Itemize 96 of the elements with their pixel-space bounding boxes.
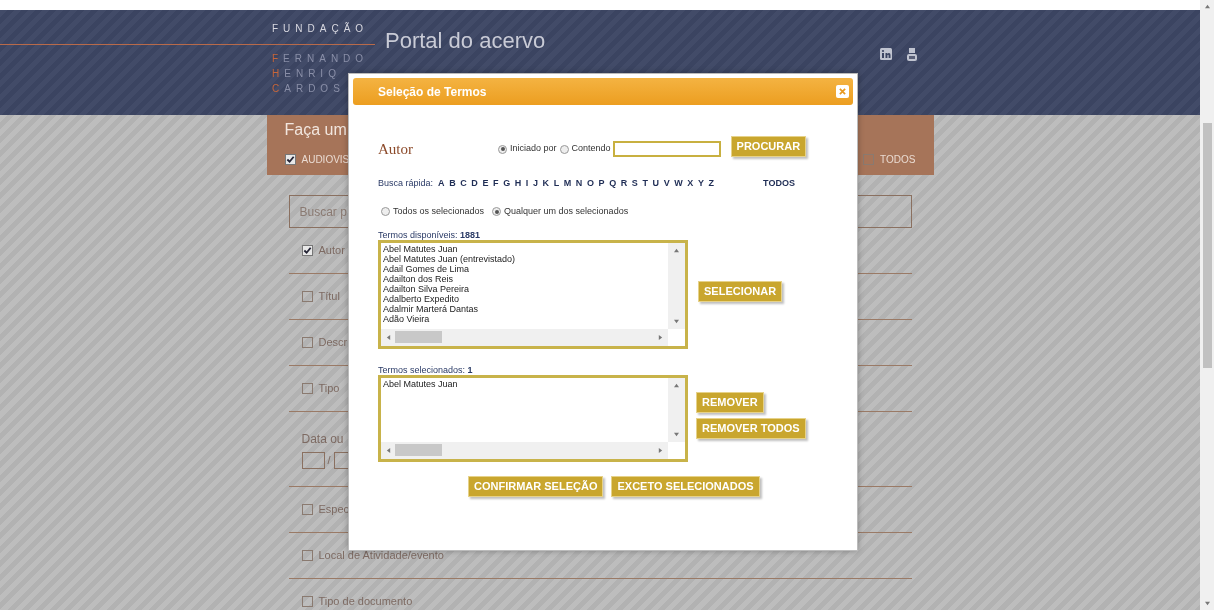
checkbox[interactable] — [301, 245, 313, 256]
scroll-thumb[interactable] — [1202, 122, 1212, 368]
scroll-up-icon[interactable] — [674, 382, 679, 388]
horizontal-scrollbar[interactable] — [381, 441, 668, 459]
filter-label: AUDIOVIS — [301, 153, 350, 167]
list-item[interactable]: Abel Matutes Juan — [383, 243, 458, 254]
letter-link[interactable]: W — [674, 177, 683, 191]
scroll-down-icon[interactable] — [674, 431, 679, 437]
letter-link[interactable]: R — [620, 177, 628, 191]
checkbox[interactable] — [301, 596, 313, 607]
horizontal-scrollbar[interactable] — [381, 328, 668, 346]
list-item[interactable]: Adailton dos Reis — [383, 273, 454, 284]
letter-link[interactable]: J — [532, 177, 538, 191]
letter-link[interactable]: A — [438, 177, 445, 191]
filter-label: TODOS — [880, 153, 916, 167]
page-scrollbar[interactable] — [1200, 0, 1214, 610]
letter-link[interactable]: E — [482, 177, 489, 191]
day-field[interactable] — [301, 451, 325, 469]
list-item[interactable]: Abel Matutes Juan (entrevistado) — [383, 253, 516, 264]
letter-link[interactable]: M — [563, 177, 572, 191]
field-label: Títul — [318, 289, 340, 305]
field-title: Autor — [378, 139, 414, 159]
letter-link[interactable]: P — [598, 177, 605, 191]
checkbox[interactable] — [284, 154, 296, 165]
letter-link[interactable]: K — [542, 177, 550, 191]
letter-link[interactable]: C — [460, 177, 467, 191]
letter-link[interactable]: T — [642, 177, 648, 191]
field-label: Local de Atividade/evento — [318, 548, 444, 564]
list-item[interactable]: Adalmir Marterá Dantas — [383, 303, 479, 314]
panel-title: Faça um — [284, 120, 347, 140]
field-label: Descr — [318, 335, 348, 351]
vertical-scrollbar[interactable] — [668, 377, 685, 442]
letter-link[interactable]: D — [471, 177, 478, 191]
checkbox[interactable] — [301, 504, 313, 515]
scroll-left-icon[interactable] — [386, 447, 391, 453]
radio-button[interactable] — [498, 144, 507, 154]
letter-link[interactable]: U — [652, 177, 660, 191]
all-link[interactable]: TODOS — [763, 177, 795, 191]
letter-link[interactable]: L — [553, 177, 560, 191]
field-label: Tipo de documento — [318, 594, 413, 610]
list-box[interactable]: Abel Matutes Juan Abel Matutes Juan (entrevistado) Adail Gomes de Lima Adailton dos Reis Adailton Silva Pereira Adalberto Expedito Adalmir Marterá Dantas Adão Vieira — [378, 239, 688, 349]
field-label: Espec — [318, 502, 350, 518]
letter-link[interactable]: Y — [697, 177, 704, 191]
dialog-title: Seleção de Termos — [378, 83, 487, 101]
letter-link[interactable]: S — [631, 177, 638, 191]
letter-link[interactable]: N — [575, 177, 583, 191]
radio-button[interactable] — [381, 207, 390, 217]
scroll-down-icon[interactable] — [674, 318, 679, 324]
scroll-right-icon[interactable] — [658, 334, 663, 340]
close-button[interactable] — [836, 85, 849, 98]
list-box[interactable]: Abel Matutes Juan — [378, 374, 688, 462]
date-separator: / — [327, 452, 331, 468]
letter-link[interactable]: Q — [609, 177, 617, 191]
radio-label: Todos os selecionados — [393, 205, 485, 218]
letter-link[interactable]: G — [503, 177, 511, 191]
list-item[interactable]: Adalberto Expedito — [383, 293, 460, 304]
scroll-thumb[interactable] — [395, 444, 442, 456]
field-label: Data ou — [301, 430, 344, 448]
field-label: Autor — [318, 243, 345, 259]
selected-count: Termos selecionados: 1 — [378, 364, 474, 375]
list-item[interactable]: Adailton Silva Pereira — [383, 283, 470, 294]
letter-link[interactable]: B — [449, 177, 456, 191]
radio-button[interactable] — [559, 144, 569, 154]
checkbox[interactable] — [301, 550, 313, 561]
list-item[interactable]: Adão Vieira — [383, 313, 430, 324]
radio-label: Contendo — [571, 142, 611, 156]
checkbox[interactable] — [863, 154, 875, 165]
logo-text: FUNDAÇÃO — [272, 21, 370, 36]
checkbox[interactable] — [301, 383, 313, 394]
letter-link[interactable]: H — [514, 177, 522, 191]
scroll-up-icon[interactable] — [674, 247, 679, 253]
quick-search-label: Busca rápida: — [378, 177, 434, 191]
scroll-left-icon[interactable] — [386, 334, 391, 340]
scroll-up-icon[interactable] — [1204, 4, 1210, 9]
close-icon — [839, 88, 846, 95]
scroll-thumb[interactable] — [395, 331, 442, 343]
available-count: Termos disponíveis: 1881 — [378, 229, 482, 240]
linkedin-icon[interactable] — [880, 48, 892, 60]
search-input[interactable] — [612, 141, 721, 157]
list-item[interactable]: Adail Gomes de Lima — [383, 263, 470, 274]
radio-label: Qualquer um dos selecionados — [504, 205, 629, 218]
scroll-right-icon[interactable] — [658, 447, 663, 453]
list-item[interactable]: Abel Matutes Juan — [383, 378, 458, 389]
checkbox[interactable] — [301, 291, 313, 302]
field-label: Tipo — [318, 381, 340, 397]
page-title: Portal do acervo — [385, 27, 546, 54]
radio-button[interactable] — [492, 207, 502, 217]
vertical-scrollbar[interactable] — [668, 242, 685, 329]
checkbox[interactable] — [301, 337, 313, 348]
letter-link[interactable]: F — [493, 177, 499, 191]
letter-link[interactable]: Z — [708, 177, 715, 191]
letter-link[interactable]: V — [663, 177, 670, 191]
letter-link[interactable]: X — [687, 177, 694, 191]
radio-label: Iniciado por — [510, 142, 557, 156]
scroll-down-icon[interactable] — [1204, 601, 1210, 606]
letter-link[interactable]: O — [586, 177, 594, 191]
